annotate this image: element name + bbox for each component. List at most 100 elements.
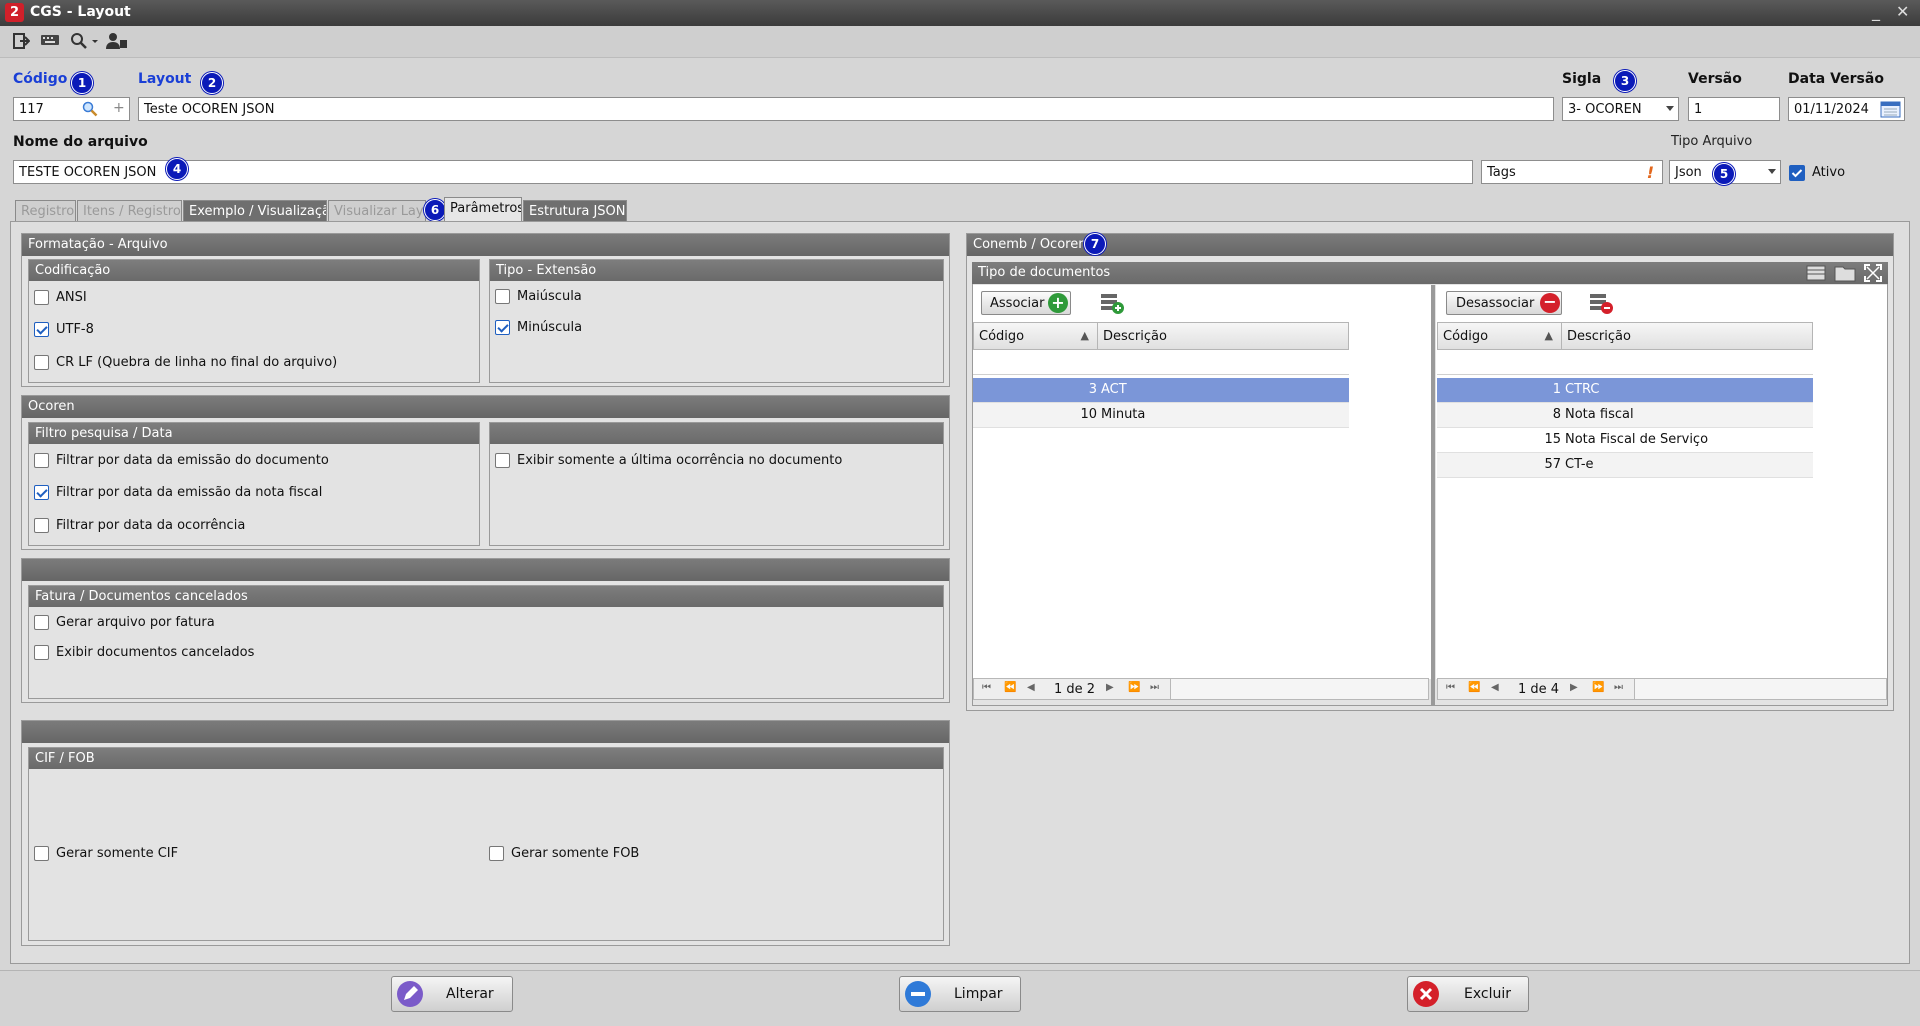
first-page-icon[interactable]: ⏮ [1446, 682, 1455, 693]
exibir-ultima-checkbox[interactable] [495, 453, 510, 468]
horizontal-scrollbar[interactable] [1170, 679, 1428, 699]
remove-list-icon[interactable] [1588, 291, 1614, 315]
exibir-cancelados-label: Exibir documentos cancelados [56, 645, 255, 660]
next-block-icon[interactable]: ⏩ [1592, 682, 1604, 693]
folder-icon[interactable] [1834, 264, 1856, 282]
table-row[interactable]: 10 Minuta [973, 403, 1349, 428]
right-col-codigo-header[interactable]: Código ▲ [1437, 322, 1562, 350]
badge-2: 2 [201, 72, 223, 94]
codigo-search-icon[interactable] [82, 101, 98, 117]
tab-estrutura-json[interactable]: Estrutura JSON [523, 200, 627, 222]
associar-button[interactable]: Associar + [981, 291, 1071, 315]
ansi-checkbox[interactable] [34, 290, 49, 305]
chevron-down-icon [1768, 169, 1776, 174]
horizontal-scrollbar[interactable] [1634, 679, 1886, 699]
fob-checkbox[interactable] [489, 846, 504, 861]
tab-itens-registros[interactable]: Itens / Registros [77, 200, 182, 222]
sigla-label: Sigla [1562, 71, 1602, 87]
exibir-ultima-label: Exibir somente a última ocorrência no do… [517, 453, 843, 468]
maiuscula-checkbox[interactable] [495, 289, 510, 304]
limpar-button[interactable]: Limpar [899, 976, 1021, 1012]
tipo-documentos-title: Tipo de documentos [978, 265, 1111, 280]
page-indicator: 1 de 4 [1518, 682, 1560, 697]
splitter-handle[interactable] [1431, 285, 1435, 705]
next-page-icon[interactable]: ▶ [1106, 682, 1114, 693]
exit-icon[interactable] [10, 32, 32, 52]
left-col-descricao-header[interactable]: Descrição [1097, 322, 1349, 350]
ativo-checkbox[interactable] [1789, 165, 1805, 181]
gerar-fatura-checkbox[interactable] [34, 615, 49, 630]
row-codigo: 1 [1552, 382, 1561, 397]
table-row[interactable]: 3 ACT [973, 378, 1349, 403]
versao-field[interactable]: 1 [1688, 97, 1780, 121]
alterar-button[interactable]: Alterar [391, 976, 513, 1012]
ocoren-title: Ocoren [22, 396, 949, 418]
table-row[interactable]: 15 Nota Fiscal de Serviço [1437, 428, 1813, 453]
next-page-icon[interactable]: ▶ [1570, 682, 1578, 693]
badge-7: 7 [1084, 233, 1106, 255]
tipo-arquivo-label: Tipo Arquivo [1671, 134, 1753, 149]
row-descricao: Nota Fiscal de Serviço [1565, 432, 1709, 447]
right-col-descricao-header[interactable]: Descrição [1561, 322, 1813, 350]
delete-icon [1413, 981, 1439, 1007]
tab-exemplo-visualizacao[interactable]: Exemplo / Visualização [183, 200, 327, 222]
filtro-ocorrencia-checkbox[interactable] [34, 518, 49, 533]
layout-field[interactable]: Teste OCOREN JSON [138, 97, 1554, 121]
keyboard-icon[interactable] [39, 32, 61, 52]
right-filter-row[interactable] [1437, 350, 1813, 375]
close-icon[interactable]: ✕ [1896, 2, 1909, 21]
left-filter-row[interactable] [973, 350, 1349, 375]
user-card-icon[interactable] [106, 32, 128, 52]
badge-3: 3 [1614, 70, 1636, 92]
last-page-icon[interactable]: ⏭ [1614, 682, 1623, 693]
desassociar-button[interactable]: Desassociar − [1446, 291, 1562, 315]
prev-page-icon[interactable]: ◀ [1491, 682, 1499, 693]
toolbar [0, 26, 1920, 58]
exibir-group-header [490, 423, 943, 444]
first-page-icon[interactable]: ⏮ [982, 682, 991, 693]
prev-block-icon[interactable]: ⏪ [1004, 682, 1016, 693]
table-row[interactable]: 1 CTRC [1437, 378, 1813, 403]
expand-icon[interactable] [1864, 264, 1882, 282]
edit-icon [397, 981, 423, 1007]
badge-6: 6 [424, 199, 446, 221]
limpar-label: Limpar [954, 986, 1003, 1002]
grid-layout-icon[interactable] [1806, 264, 1826, 282]
add-list-icon[interactable] [1099, 291, 1125, 315]
calendar-icon[interactable] [1880, 100, 1901, 118]
prev-page-icon[interactable]: ◀ [1027, 682, 1035, 693]
tab-visualizar-layout[interactable]: Visualizar Layout [328, 200, 426, 222]
filtro-emissao-nota-label: Filtrar por data da emissão da nota fisc… [56, 485, 323, 500]
minimize-icon[interactable]: _ [1872, 2, 1880, 21]
crlf-checkbox[interactable] [34, 355, 49, 370]
nome-arquivo-label: Nome do arquivo [13, 134, 148, 150]
fatura-panel-header [22, 559, 949, 581]
excluir-button[interactable]: Excluir [1407, 976, 1529, 1012]
filtro-emissao-documento-checkbox[interactable] [34, 453, 49, 468]
search-dropdown-icon[interactable] [68, 32, 102, 52]
cif-checkbox[interactable] [34, 846, 49, 861]
ansi-label: ANSI [56, 290, 87, 305]
tags-field[interactable]: Tags ! [1481, 160, 1663, 184]
tab-registros[interactable]: Registros [15, 200, 76, 222]
utf8-checkbox[interactable] [34, 322, 49, 337]
tab-parametros[interactable]: Parâmetros [444, 197, 522, 222]
row-codigo: 8 [1552, 407, 1561, 422]
badge-5: 5 [1713, 163, 1735, 185]
table-row[interactable]: 57 CT-e [1437, 453, 1813, 478]
codigo-plus-icon[interactable]: + [113, 100, 125, 116]
next-block-icon[interactable]: ⏩ [1128, 682, 1140, 693]
exibir-cancelados-checkbox[interactable] [34, 645, 49, 660]
sigla-select[interactable]: 3- OCOREN [1562, 97, 1679, 121]
prev-block-icon[interactable]: ⏪ [1468, 682, 1480, 693]
exibir-group [489, 422, 944, 546]
last-page-icon[interactable]: ⏭ [1150, 682, 1159, 693]
filtro-emissao-nota-checkbox[interactable] [34, 485, 49, 500]
nome-arquivo-field[interactable]: TESTE OCOREN JSON [13, 160, 1473, 184]
filtro-emissao-documento-label: Filtrar por data da emissão do documento [56, 453, 329, 468]
minuscula-checkbox[interactable] [495, 320, 510, 335]
table-row[interactable]: 8 Nota fiscal [1437, 403, 1813, 428]
sigla-value: 3- OCOREN [1568, 102, 1642, 117]
left-col-codigo-header[interactable]: Código ▲ [973, 322, 1098, 350]
tipo-documentos-header: Tipo de documentos [972, 262, 1888, 284]
